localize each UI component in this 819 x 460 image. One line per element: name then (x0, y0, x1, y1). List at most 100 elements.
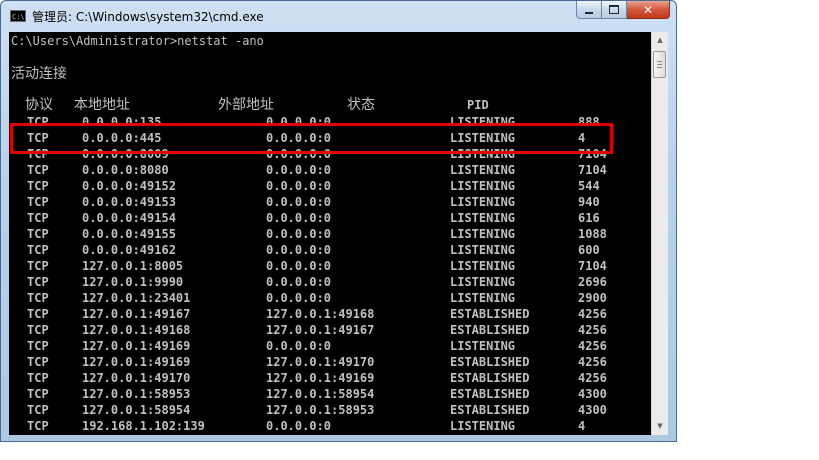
prompt-line: C:\Users\Administrator>netstat -ano (11, 34, 264, 48)
minimize-button[interactable] (576, 1, 602, 19)
cmd-app-icon[interactable]: C:\ (10, 10, 26, 22)
protocol-cell: TCP (27, 179, 49, 193)
minimize-icon (585, 11, 593, 14)
pid-cell: 4256 (578, 339, 607, 353)
grip-line (657, 64, 662, 65)
header-foreign-address: 外部地址 (218, 97, 274, 113)
foreign-address-cell: 0.0.0.0:0 (266, 243, 332, 257)
state-cell: LISTENING (450, 243, 516, 257)
protocol-cell: TCP (27, 419, 49, 433)
table-row: TCP 0.0.0.0:49162 0.0.0.0:0 LISTENING 600 (9, 242, 649, 258)
table-row: TCP 127.0.0.1:49169 127.0.0.1:49170 ESTABLI… (9, 354, 649, 370)
foreign-address-cell: 0.0.0.0:0 (266, 163, 332, 177)
pid-cell: 544 (578, 179, 600, 193)
pid-cell: 600 (578, 243, 600, 257)
protocol-cell: TCP (27, 323, 49, 337)
local-address-cell: 127.0.0.1:58954 (82, 403, 191, 417)
local-address-cell: 0.0.0.0:49153 (82, 195, 176, 209)
local-address-cell: 0.0.0.0:8080 (82, 163, 169, 177)
foreign-address-cell: 127.0.0.1:49170 (266, 355, 375, 369)
protocol-cell: TCP (27, 211, 49, 225)
local-address-cell: 127.0.0.1:49170 (82, 371, 191, 385)
local-address-cell: 127.0.0.1:49169 (82, 355, 191, 369)
table-row: TCP 0.0.0.0:8080 0.0.0.0:0 LISTENING 7104 (9, 162, 649, 178)
pid-cell: 4300 (578, 403, 607, 417)
protocol-cell: TCP (27, 291, 49, 305)
local-address-cell: 127.0.0.1:58953 (82, 387, 191, 401)
state-cell: ESTABLISHED (450, 355, 530, 369)
foreign-address-cell: 127.0.0.1:58954 (266, 387, 375, 401)
protocol-cell: TCP (27, 227, 49, 241)
foreign-address-cell: 127.0.0.1:49168 (266, 307, 375, 321)
table-row: TCP 0.0.0.0:49152 0.0.0.0:0 LISTENING 544 (9, 178, 649, 194)
table-row: TCP 127.0.0.1:58954 127.0.0.1:58953 ESTABLI… (9, 402, 649, 418)
grip-line (657, 61, 662, 62)
scroll-up-arrow-icon[interactable]: ▲ (652, 32, 668, 49)
highlight-box (10, 123, 613, 154)
state-cell: ESTABLISHED (450, 403, 530, 417)
foreign-address-cell: 0.0.0.0:0 (266, 275, 332, 289)
protocol-cell: TCP (27, 403, 49, 417)
foreign-address-cell: 0.0.0.0:0 (266, 179, 332, 193)
table-row: TCP 0.0.0.0:49154 0.0.0.0:0 LISTENING 616 (9, 210, 649, 226)
vertical-scrollbar[interactable]: ▲ ▼ (651, 32, 668, 435)
protocol-cell: TCP (27, 307, 49, 321)
table-row: TCP 0.0.0.0:49153 0.0.0.0:0 LISTENING 940 (9, 194, 649, 210)
local-address-cell: 127.0.0.1:49167 (82, 307, 191, 321)
table-row: TCP 127.0.0.1:9990 0.0.0.0:0 LISTENING 2696 (9, 274, 649, 290)
header-pid: PID (467, 98, 489, 112)
state-cell: LISTENING (450, 227, 516, 241)
pid-cell: 4300 (578, 387, 607, 401)
protocol-cell: TCP (27, 371, 49, 385)
foreign-address-cell: 127.0.0.1:58953 (266, 403, 375, 417)
protocol-cell: TCP (27, 275, 49, 289)
state-cell: LISTENING (450, 179, 516, 193)
pid-cell: 4256 (578, 323, 607, 337)
header-proto: 协议 (25, 97, 53, 113)
console-output[interactable]: C:\Users\Administrator>netstat -ano 活动连接… (9, 32, 651, 435)
state-cell: LISTENING (450, 275, 516, 289)
protocol-cell: TCP (27, 195, 49, 209)
pid-cell: 4 (578, 419, 586, 433)
local-address-cell: 0.0.0.0:49155 (82, 227, 176, 241)
state-cell: LISTENING (450, 291, 516, 305)
local-address-cell: 0.0.0.0:49152 (82, 179, 176, 193)
window-title: 管理员: C:\Windows\system32\cmd.exe (32, 10, 264, 24)
maximize-icon (609, 5, 619, 14)
close-button[interactable]: ✕ (627, 1, 670, 19)
state-cell: ESTABLISHED (450, 387, 530, 401)
maximize-button[interactable] (602, 1, 627, 19)
table-row: TCP 127.0.0.1:49169 0.0.0.0:0 LISTENING 4256 (9, 338, 649, 354)
foreign-address-cell: 127.0.0.1:49169 (266, 371, 375, 385)
scroll-thumb[interactable] (653, 51, 666, 78)
pid-cell: 4256 (578, 355, 607, 369)
protocol-cell: TCP (27, 163, 49, 177)
pid-cell: 7104 (578, 163, 607, 177)
protocol-cell: TCP (27, 387, 49, 401)
local-address-cell: 127.0.0.1:49169 (82, 339, 191, 353)
header-local-address: 本地地址 (74, 97, 130, 113)
scroll-down-arrow-icon[interactable]: ▼ (652, 418, 668, 435)
table-row: TCP 127.0.0.1:8005 0.0.0.0:0 LISTENING 7104 (9, 258, 649, 274)
foreign-address-cell: 0.0.0.0:0 (266, 419, 332, 433)
table-row: TCP 127.0.0.1:23401 0.0.0.0:0 LISTENING 2900 (9, 290, 649, 306)
pid-cell: 940 (578, 195, 600, 209)
state-cell: LISTENING (450, 163, 516, 177)
cmd-window: C:\ 管理员: C:\Windows\system32\cmd.exe ✕ C… (0, 0, 677, 442)
table-row: TCP 127.0.0.1:49170 127.0.0.1:49169 ESTABLI… (9, 370, 649, 386)
local-address-cell: 127.0.0.1:8005 (82, 259, 184, 273)
state-cell: LISTENING (450, 195, 516, 209)
title-bar[interactable]: C:\ 管理员: C:\Windows\system32\cmd.exe ✕ (1, 1, 676, 31)
header-state: 状态 (347, 97, 375, 113)
pid-cell: 2696 (578, 275, 607, 289)
local-address-cell: 0.0.0.0:49154 (82, 211, 176, 225)
state-cell: LISTENING (450, 259, 516, 273)
foreign-address-cell: 0.0.0.0:0 (266, 195, 332, 209)
table-row: TCP 127.0.0.1:58953 127.0.0.1:58954 ESTABLI… (9, 386, 649, 402)
pid-cell: 1088 (578, 227, 607, 241)
table-row: TCP 127.0.0.1:49167 127.0.0.1:49168 ESTABLI… (9, 306, 649, 322)
grip-line (657, 67, 662, 68)
protocol-cell: TCP (27, 259, 49, 273)
pid-cell: 7104 (578, 259, 607, 273)
section-title: 活动连接 (11, 66, 67, 82)
